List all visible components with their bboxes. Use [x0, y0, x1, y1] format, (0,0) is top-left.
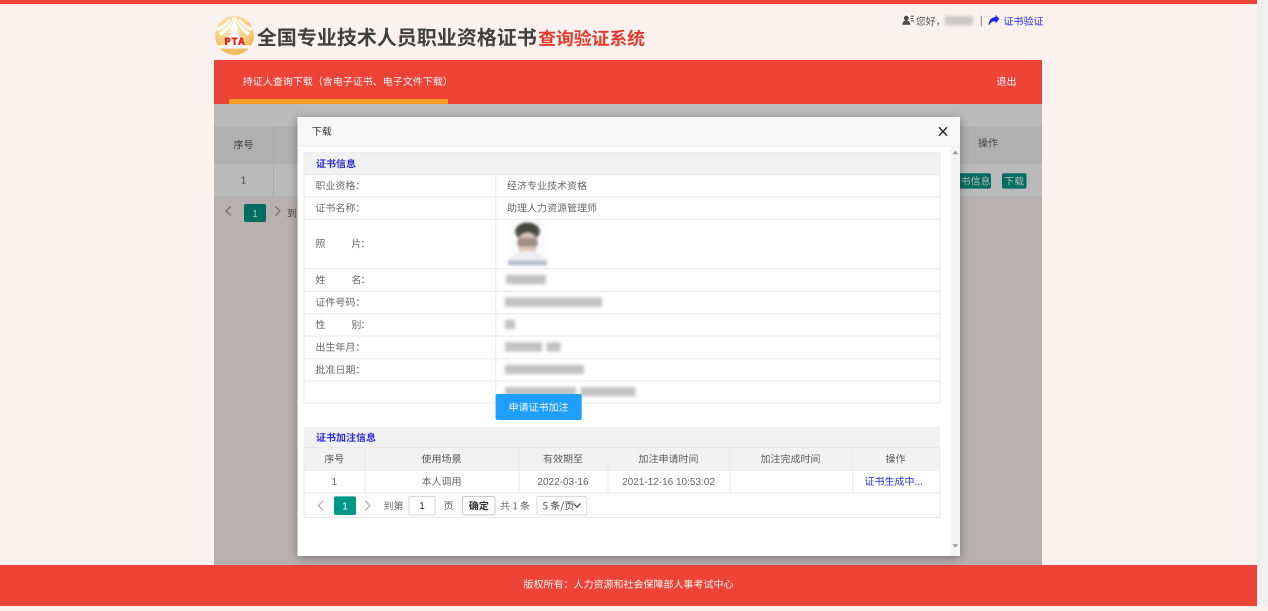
svg-text:1: 1 — [342, 501, 348, 512]
svg-text:2021-12-16 10:53:02: 2021-12-16 10:53:02 — [622, 477, 715, 488]
svg-text:2022-03-16: 2022-03-16 — [537, 477, 589, 488]
svg-text:1: 1 — [419, 501, 425, 512]
svg-text:1: 1 — [332, 477, 338, 488]
